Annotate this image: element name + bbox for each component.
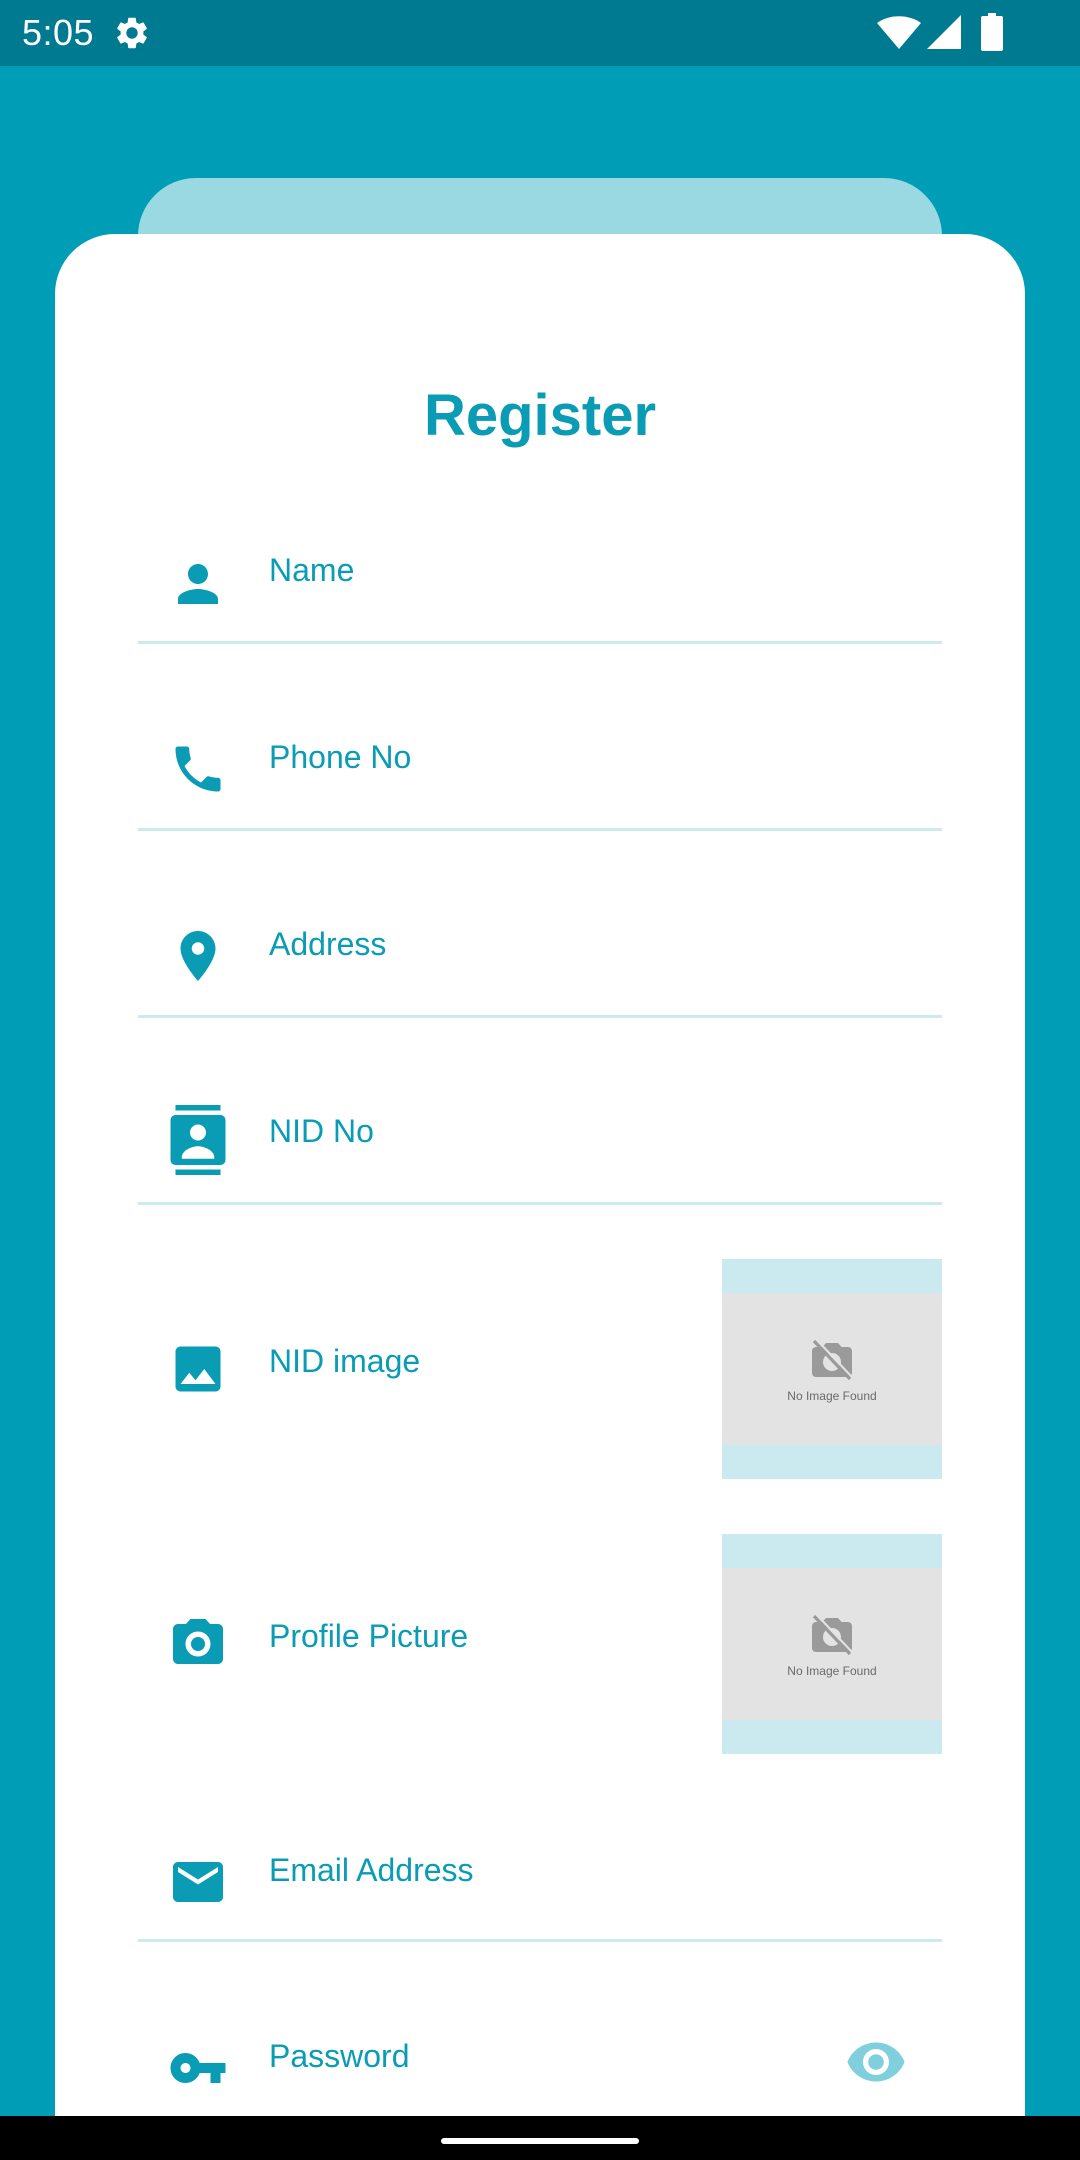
address-field[interactable]: Address (138, 914, 942, 1018)
status-time: 5:05 (22, 12, 95, 53)
phone-field[interactable]: Phone No (138, 727, 942, 831)
nid-no-field[interactable]: NID No (138, 1101, 942, 1205)
no-camera-icon (812, 1338, 853, 1381)
phone-label: Phone No (269, 739, 412, 775)
no-image-text: No Image Found (787, 1389, 877, 1403)
email-field[interactable]: Email Address (138, 1840, 942, 1944)
email-underline (138, 1939, 942, 1942)
email-label: Email Address (269, 1852, 474, 1888)
password-field[interactable]: Password (138, 2026, 942, 2116)
location-pin-icon (180, 931, 216, 981)
page-title: Register (423, 383, 657, 448)
nid-no-label: NID No (269, 1113, 374, 1149)
phone-icon (175, 746, 221, 792)
profile-picture-field[interactable]: Profile Picture No Image Found (138, 1534, 942, 1754)
no-image-text: No Image Found (787, 1664, 877, 1678)
profile-picture-preview[interactable]: No Image Found (722, 1534, 942, 1754)
gear-icon (117, 17, 147, 49)
wifi-icon (877, 16, 921, 49)
password-label: Password (269, 2038, 410, 2074)
name-label: Name (269, 552, 355, 588)
image-icon (175, 1346, 221, 1392)
no-camera-icon (812, 1613, 853, 1656)
profile-picture-placeholder: No Image Found (722, 1568, 942, 1720)
profile-picture-label: Profile Picture (269, 1618, 469, 1654)
home-handle[interactable] (441, 2138, 639, 2144)
nid-image-field[interactable]: NID image No Image Found (138, 1259, 942, 1479)
name-underline (138, 641, 942, 644)
eye-icon[interactable] (844, 2036, 908, 2088)
key-icon (170, 2053, 226, 2083)
email-icon (173, 1862, 223, 1902)
navigation-bar (0, 2116, 1080, 2160)
battery-icon (981, 13, 1003, 51)
nid-no-underline (138, 1202, 942, 1205)
camera-icon (173, 1619, 223, 1664)
nid-image-label: NID image (269, 1343, 421, 1379)
address-label: Address (269, 926, 387, 962)
status-bar: 5:05 (0, 0, 1080, 66)
nid-image-placeholder: No Image Found (722, 1293, 942, 1445)
phone-underline (138, 828, 942, 831)
person-icon (178, 564, 218, 604)
id-card-icon (170, 1105, 226, 1175)
nid-image-preview[interactable]: No Image Found (722, 1259, 942, 1479)
signal-icon (927, 15, 961, 49)
address-underline (138, 1015, 942, 1018)
name-field[interactable]: Name (138, 540, 942, 644)
